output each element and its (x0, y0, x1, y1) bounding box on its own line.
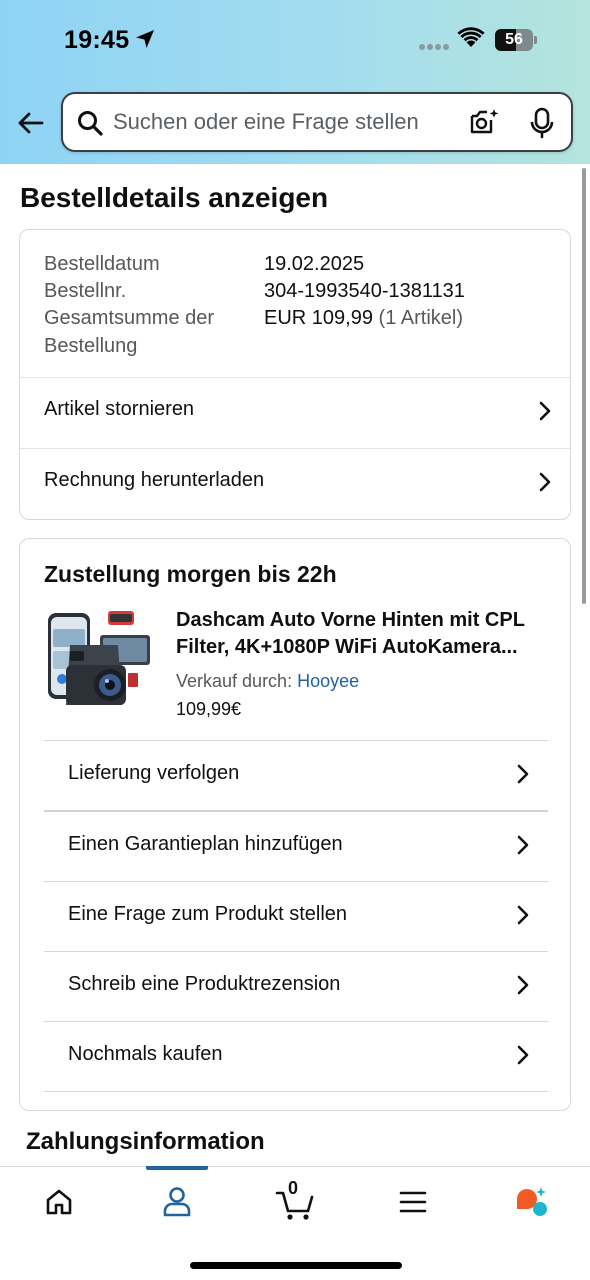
tab-cart[interactable]: 0 (270, 1178, 320, 1225)
wifi-icon (457, 27, 485, 47)
product-image[interactable] (48, 609, 152, 709)
home-icon (46, 1189, 72, 1215)
tab-menu[interactable] (388, 1181, 438, 1225)
status-bar: 19:45 56 (0, 0, 590, 80)
add-warranty-button[interactable]: Einen Garantieplan hinzufügen (44, 812, 548, 881)
search-input[interactable] (113, 104, 453, 140)
back-arrow-icon (18, 112, 44, 134)
order-total-items: (1 Artikel) (378, 307, 463, 329)
rufus-assistant-icon (517, 1187, 547, 1216)
write-review-button[interactable]: Schreib eine Produktrezension (44, 952, 548, 1021)
menu-icon (399, 1191, 427, 1213)
chevron-right-icon (517, 905, 529, 925)
order-number-label: Bestellnr. (44, 280, 127, 302)
seller-prefix: Verkauf durch: (176, 671, 293, 691)
chevron-right-icon (517, 1045, 529, 1065)
chevron-right-icon (517, 975, 529, 995)
order-total-label-line1: Gesamtsumme der (44, 307, 215, 329)
chevron-right-icon (517, 835, 529, 855)
payment-info-heading: Zahlungsinformation (26, 1128, 265, 1155)
account-icon (163, 1187, 191, 1217)
order-total-label-line2: Bestellung (44, 335, 138, 357)
home-indicator[interactable] (190, 1262, 402, 1269)
search-bar (61, 92, 573, 152)
order-total-value: EUR 109,99 (1 Artikel) (264, 304, 463, 332)
order-date-value: 19.02.2025 (264, 253, 365, 275)
chevron-right-icon (539, 401, 551, 421)
scrollbar[interactable] (582, 168, 586, 604)
ask-product-question-button[interactable]: Eine Frage zum Produkt stellen (44, 882, 548, 951)
back-button[interactable] (14, 106, 48, 140)
order-total-amount: EUR 109,99 (264, 307, 373, 329)
tab-home[interactable] (34, 1181, 84, 1225)
chevron-right-icon (517, 764, 529, 784)
battery-indicator: 56 (495, 29, 537, 51)
order-summary-card: Bestelldatum 19.02.2025 Bestellnr. 304-1… (19, 229, 571, 520)
download-invoice-label: Rechnung herunterladen (44, 469, 265, 491)
tab-account[interactable] (152, 1181, 202, 1225)
download-invoice-link[interactable]: Rechnung herunterladen (20, 449, 570, 519)
cancel-items-label: Artikel stornieren (44, 398, 195, 420)
microphone-icon[interactable] (529, 107, 555, 139)
buy-again-label: Nochmals kaufen (68, 1043, 223, 1065)
divider (44, 1091, 548, 1092)
buy-again-button[interactable]: Nochmals kaufen (44, 1022, 548, 1091)
tab-rufus[interactable] (506, 1181, 556, 1225)
seller-info: Verkauf durch: Hooyee (176, 671, 359, 692)
cart-count-badge: 0 (288, 1178, 299, 1198)
status-time: 19:45 (64, 26, 130, 54)
product-price: 109,99€ (176, 699, 242, 719)
page-title: Bestelldetails anzeigen (20, 182, 329, 213)
cellular-signal-icon (419, 44, 449, 50)
camera-search-icon[interactable] (468, 107, 500, 137)
track-package-label: Lieferung verfolgen (68, 762, 240, 784)
product-title[interactable]: Dashcam Auto Vorne Hinten mit CPL Filter… (176, 607, 546, 661)
order-date-label: Bestelldatum (44, 253, 160, 275)
shipment-card: Zustellung morgen bis 22h Dashcam Auto V… (19, 538, 571, 1111)
delivery-heading: Zustellung morgen bis 22h (44, 561, 337, 587)
add-warranty-label: Einen Garantieplan hinzufügen (68, 833, 343, 855)
order-total-label: Gesamtsumme der Bestellung (44, 304, 214, 360)
battery-percentage: 56 (505, 31, 523, 48)
ask-product-question-label: Eine Frage zum Produkt stellen (68, 903, 348, 925)
cancel-items-link[interactable]: Artikel stornieren (20, 378, 570, 448)
seller-link[interactable]: Hooyee (297, 671, 359, 691)
order-number-value: 304-1993540-1381131 (264, 280, 465, 302)
track-package-button[interactable]: Lieferung verfolgen (44, 741, 548, 810)
write-review-label: Schreib eine Produktrezension (68, 973, 341, 995)
active-tab-indicator (146, 1166, 208, 1170)
location-arrow-icon (136, 30, 154, 48)
search-icon (78, 111, 103, 136)
chevron-right-icon (539, 472, 551, 492)
